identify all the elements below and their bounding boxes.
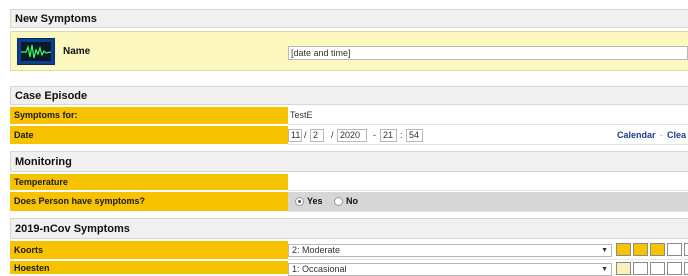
dropdown-arrow-icon: ▼ xyxy=(601,266,608,273)
level-indicator xyxy=(650,243,665,256)
time-separator: - xyxy=(373,130,376,140)
symptoms-for-value-cell: TestE xyxy=(288,107,688,125)
link-separator: - xyxy=(660,130,663,140)
date-day-input[interactable]: 11 xyxy=(288,129,302,142)
symptoms-for-value: TestE xyxy=(290,110,313,120)
level-indicator xyxy=(667,262,682,275)
section-title: Case Episode xyxy=(15,90,88,102)
symptoms-question-label: Does Person have symptoms? xyxy=(10,192,288,212)
level-indicator xyxy=(684,262,688,275)
level-indicator xyxy=(633,262,648,275)
no-radio[interactable] xyxy=(334,197,343,206)
section-header-new-symptoms: New Symptoms xyxy=(10,9,688,28)
name-input[interactable]: [date and time] xyxy=(288,46,688,60)
section-title: New Symptoms xyxy=(15,13,97,25)
yes-label: Yes xyxy=(307,196,323,206)
section-title: Monitoring xyxy=(15,156,72,168)
date-separator: / xyxy=(304,130,307,140)
yes-radio[interactable] xyxy=(295,197,304,206)
level-indicator xyxy=(650,262,665,275)
time-minute-input[interactable]: 54 xyxy=(406,129,423,142)
level-indicator xyxy=(667,243,682,256)
heartbeat-monitor-icon xyxy=(17,38,55,65)
symptoms-for-label: Symptoms for: xyxy=(10,107,288,125)
temperature-input[interactable] xyxy=(288,174,688,191)
date-separator: / xyxy=(331,130,334,140)
no-label: No xyxy=(346,196,358,206)
date-label: Date xyxy=(10,126,288,145)
level-indicator xyxy=(684,243,688,256)
symptoms-radio-cell: Yes No xyxy=(288,192,688,212)
date-year-input[interactable]: 2020 xyxy=(337,129,367,142)
section-header-monitoring: Monitoring xyxy=(10,151,688,172)
koorts-select[interactable]: 2: Moderate ▼ xyxy=(288,244,612,257)
level-indicator xyxy=(633,243,648,256)
time-separator: : xyxy=(400,130,403,140)
date-month-input[interactable]: 2 xyxy=(310,129,324,142)
hoesten-select[interactable]: 1: Occasional ▼ xyxy=(288,263,612,276)
time-hour-input[interactable]: 21 xyxy=(380,129,397,142)
koorts-label: Koorts xyxy=(10,241,288,260)
section-header-case-episode: Case Episode xyxy=(10,86,688,105)
dropdown-arrow-icon: ▼ xyxy=(601,247,608,254)
koorts-select-value: 2: Moderate xyxy=(292,245,341,255)
clear-link[interactable]: Clea xyxy=(667,130,686,140)
level-indicator xyxy=(616,243,631,256)
section-header-ncov-symptoms: 2019-nCov Symptoms xyxy=(10,218,688,239)
calendar-link[interactable]: Calendar xyxy=(617,130,656,140)
level-indicator xyxy=(616,262,631,275)
name-label: Name xyxy=(63,46,91,57)
temperature-label: Temperature xyxy=(10,174,288,191)
section-title: 2019-nCov Symptoms xyxy=(15,223,130,235)
